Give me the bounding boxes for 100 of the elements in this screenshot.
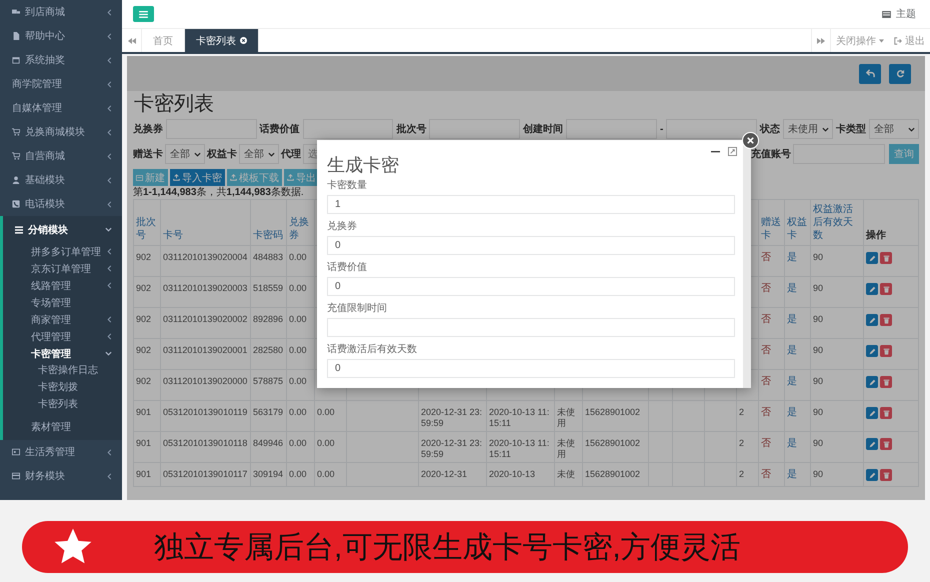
table-cell: 90 <box>813 469 824 479</box>
sidebar-item[interactable]: 分销模块 <box>3 216 122 243</box>
sidebar-item[interactable]: 兑换商城模块 <box>0 120 122 144</box>
edit-button[interactable] <box>866 469 878 481</box>
table-cell: 90 <box>813 407 824 417</box>
action-button[interactable]: 导入卡密 <box>170 169 225 186</box>
cart-icon <box>12 128 20 136</box>
sidebar-item[interactable]: 生活秀管理 <box>0 440 122 464</box>
chevron-down-icon <box>908 126 916 132</box>
table-cell: 578875 <box>253 376 284 386</box>
edit-button[interactable] <box>866 376 878 388</box>
back-button[interactable] <box>859 64 881 84</box>
maximize-icon[interactable] <box>728 147 737 156</box>
table-cell: 03112010139020001 <box>163 345 248 355</box>
input-field[interactable]: 1 <box>327 195 735 214</box>
table-cell: 是 <box>787 438 797 449</box>
sidebar-item[interactable]: 基础模块 <box>0 168 122 192</box>
sidebar-item[interactable]: 帮助中心 <box>0 24 122 48</box>
filter-input[interactable] <box>302 119 394 139</box>
tab[interactable]: 卡密列表 <box>185 29 259 52</box>
filter-input[interactable] <box>429 119 520 139</box>
refresh-button[interactable] <box>889 64 911 84</box>
table-cell: 90 <box>813 438 824 448</box>
file-icon <box>12 32 20 40</box>
sidebar-item[interactable]: 电话模块 <box>0 192 122 216</box>
pencil-icon <box>868 286 876 292</box>
field-label: 充值限制时间 <box>327 303 388 315</box>
close-button[interactable] <box>742 132 759 149</box>
input-field[interactable]: 0 <box>327 236 735 255</box>
edit-button[interactable] <box>866 345 878 357</box>
table-cell: 2020-10-13 11:15:11 <box>489 438 550 459</box>
menu-button[interactable] <box>133 6 154 22</box>
table-cell: 是 <box>787 345 797 356</box>
table-cell: 未使用 <box>557 438 575 459</box>
sidebar-subitem[interactable]: 卡密操作日志 <box>3 362 122 379</box>
sidebar-item[interactable]: 到店商城 <box>0 0 122 24</box>
filter-select[interactable]: 未使用 <box>783 119 834 139</box>
edit-button[interactable] <box>866 407 878 419</box>
delete-button[interactable] <box>880 314 892 326</box>
table-cell: 90 <box>813 376 824 386</box>
sidebar-subitem[interactable]: 素材管理 <box>3 413 122 440</box>
sidebar-subitem[interactable]: 卡密管理 <box>3 345 122 362</box>
table-cell: 90 <box>813 283 824 293</box>
field-label: 兑换券 <box>327 221 358 233</box>
table-cell: 902 <box>136 376 152 386</box>
filter-select[interactable]: 全部 <box>165 144 205 164</box>
table-cell: 05312010139010117 <box>163 469 248 479</box>
edit-button[interactable] <box>866 438 878 450</box>
table-cell: 902 <box>136 252 152 262</box>
modal-title: 生成卡密 <box>327 154 400 176</box>
filter-select[interactable]: 全部 <box>239 144 279 164</box>
input-field[interactable]: 0 <box>327 359 735 378</box>
trash-icon <box>882 378 890 386</box>
sidebar-subitem[interactable]: 线路管理 <box>3 277 122 294</box>
edit-button[interactable] <box>866 314 878 326</box>
table-cell: 0.00 <box>317 469 335 479</box>
table-cell: 2 <box>739 469 744 479</box>
upload-icon <box>287 174 294 181</box>
table-cell: 90 <box>813 252 824 262</box>
scroll-right-button[interactable] <box>811 29 831 52</box>
table-cell: 892896 <box>253 314 284 324</box>
sidebar-item[interactable]: 系统抽奖 <box>0 48 122 72</box>
edit-button[interactable] <box>866 283 878 295</box>
table-cell: 902 <box>136 345 152 355</box>
table-cell: 2 <box>739 407 744 417</box>
table-cell: 03112010139020004 <box>163 252 248 262</box>
sidebar-subitem[interactable]: 京东订单管理 <box>3 260 122 277</box>
sidebar-item[interactable]: 自媒体管理 <box>0 96 122 120</box>
trash-icon <box>882 440 890 448</box>
filter-select[interactable]: 全部 <box>869 119 920 139</box>
date-input[interactable] <box>666 119 758 139</box>
delete-button[interactable] <box>880 283 892 295</box>
sidebar-subitem[interactable]: 卡密划拨 <box>3 379 122 396</box>
theme-button[interactable]: 主题 <box>882 7 916 21</box>
table-cell: 是 <box>787 376 797 387</box>
date-input[interactable] <box>566 119 657 139</box>
delete-button[interactable] <box>880 252 892 264</box>
edit-button[interactable] <box>866 252 878 264</box>
delete-button[interactable] <box>880 345 892 357</box>
sidebar-subitem[interactable]: 卡密列表 <box>3 396 122 413</box>
sidebar-item[interactable]: 商学院管理 <box>0 72 122 96</box>
trash-icon <box>882 286 890 292</box>
truck-icon <box>12 8 20 16</box>
user-icon <box>12 176 20 184</box>
sidebar-item[interactable]: 财务模块 <box>0 464 122 488</box>
close-icon[interactable] <box>240 37 247 44</box>
sidebar-subitem[interactable]: 专场管理 <box>3 294 122 311</box>
delete-button[interactable] <box>880 469 892 481</box>
wallet-icon <box>12 472 20 480</box>
sidebar-subitem[interactable]: 拼多多订单管理 <box>3 243 122 260</box>
delete-button[interactable] <box>880 438 892 450</box>
delete-button[interactable] <box>880 376 892 388</box>
sidebar-subitem[interactable]: 商家管理 <box>3 311 122 328</box>
sidebar-subitem[interactable]: 代理管理 <box>3 328 122 345</box>
id-card-icon <box>12 448 20 456</box>
table-cell: 901 <box>136 407 152 417</box>
input-field[interactable]: 0 <box>327 277 735 296</box>
input-field[interactable] <box>327 318 735 337</box>
sidebar-item[interactable]: 自营商城 <box>0 144 122 168</box>
delete-button[interactable] <box>880 407 892 419</box>
